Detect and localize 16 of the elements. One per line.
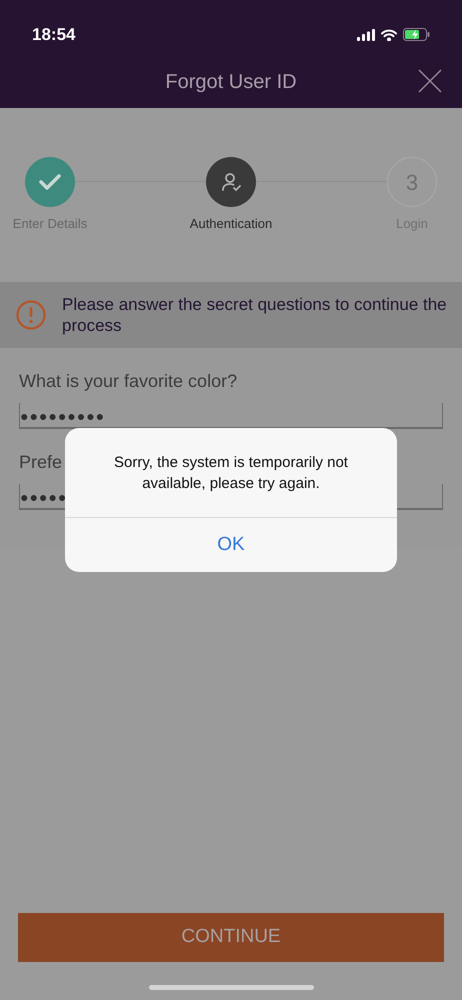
question-label: What is your favorite color?: [19, 370, 238, 393]
continue-button[interactable]: CONTINUE: [18, 913, 444, 962]
warning-icon: [16, 300, 46, 330]
notice-text: Please answer the secret questions to continue the process: [62, 294, 448, 336]
header-title: Forgot User ID: [165, 70, 297, 94]
alert-message: Sorry, the system is temporarily not available, please try again.: [113, 453, 349, 494]
signal-icon: [357, 28, 375, 40]
status-time: 18:54: [32, 24, 76, 46]
wifi-icon: [381, 28, 397, 40]
step-label: Authentication: [190, 215, 272, 233]
ok-button[interactable]: OK: [65, 518, 397, 572]
close-button[interactable]: [418, 69, 442, 93]
battery-charging-icon: [403, 28, 430, 41]
user-check-icon: [220, 171, 242, 193]
check-icon: [39, 174, 61, 190]
question-label: Prefe: [19, 451, 62, 474]
